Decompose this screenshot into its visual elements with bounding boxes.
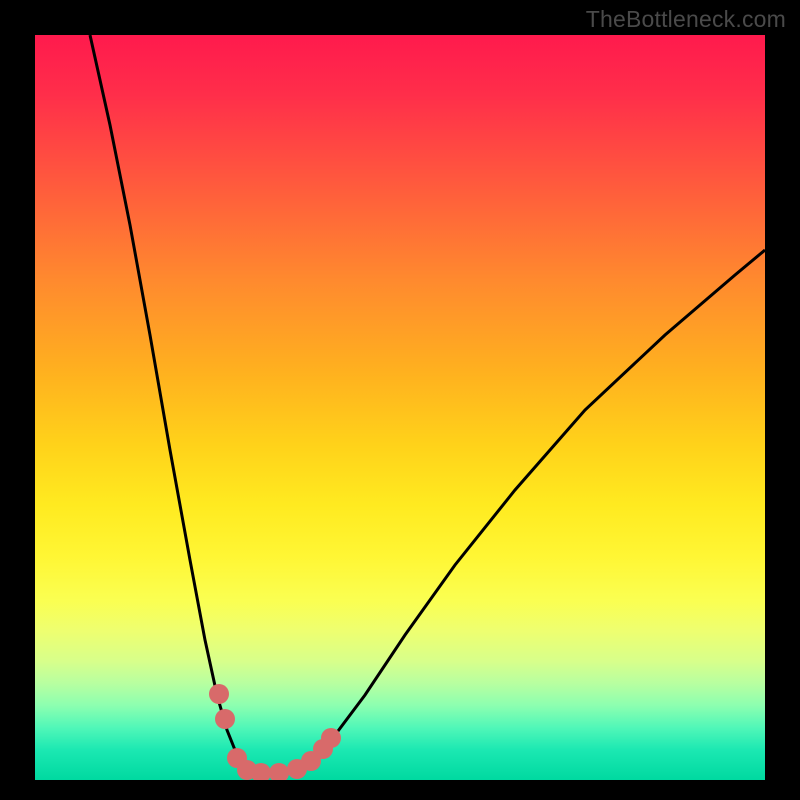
curve-svg <box>35 35 765 780</box>
highlight-dot <box>321 728 341 748</box>
highlight-dot <box>215 709 235 729</box>
highlight-dot <box>269 763 289 780</box>
bottleneck-curve-left <box>90 35 270 773</box>
chart-frame: TheBottleneck.com <box>0 0 800 800</box>
highlight-dot <box>209 684 229 704</box>
plot-area <box>35 35 765 780</box>
bottleneck-curve-right <box>270 250 765 773</box>
watermark-text: TheBottleneck.com <box>586 6 786 33</box>
